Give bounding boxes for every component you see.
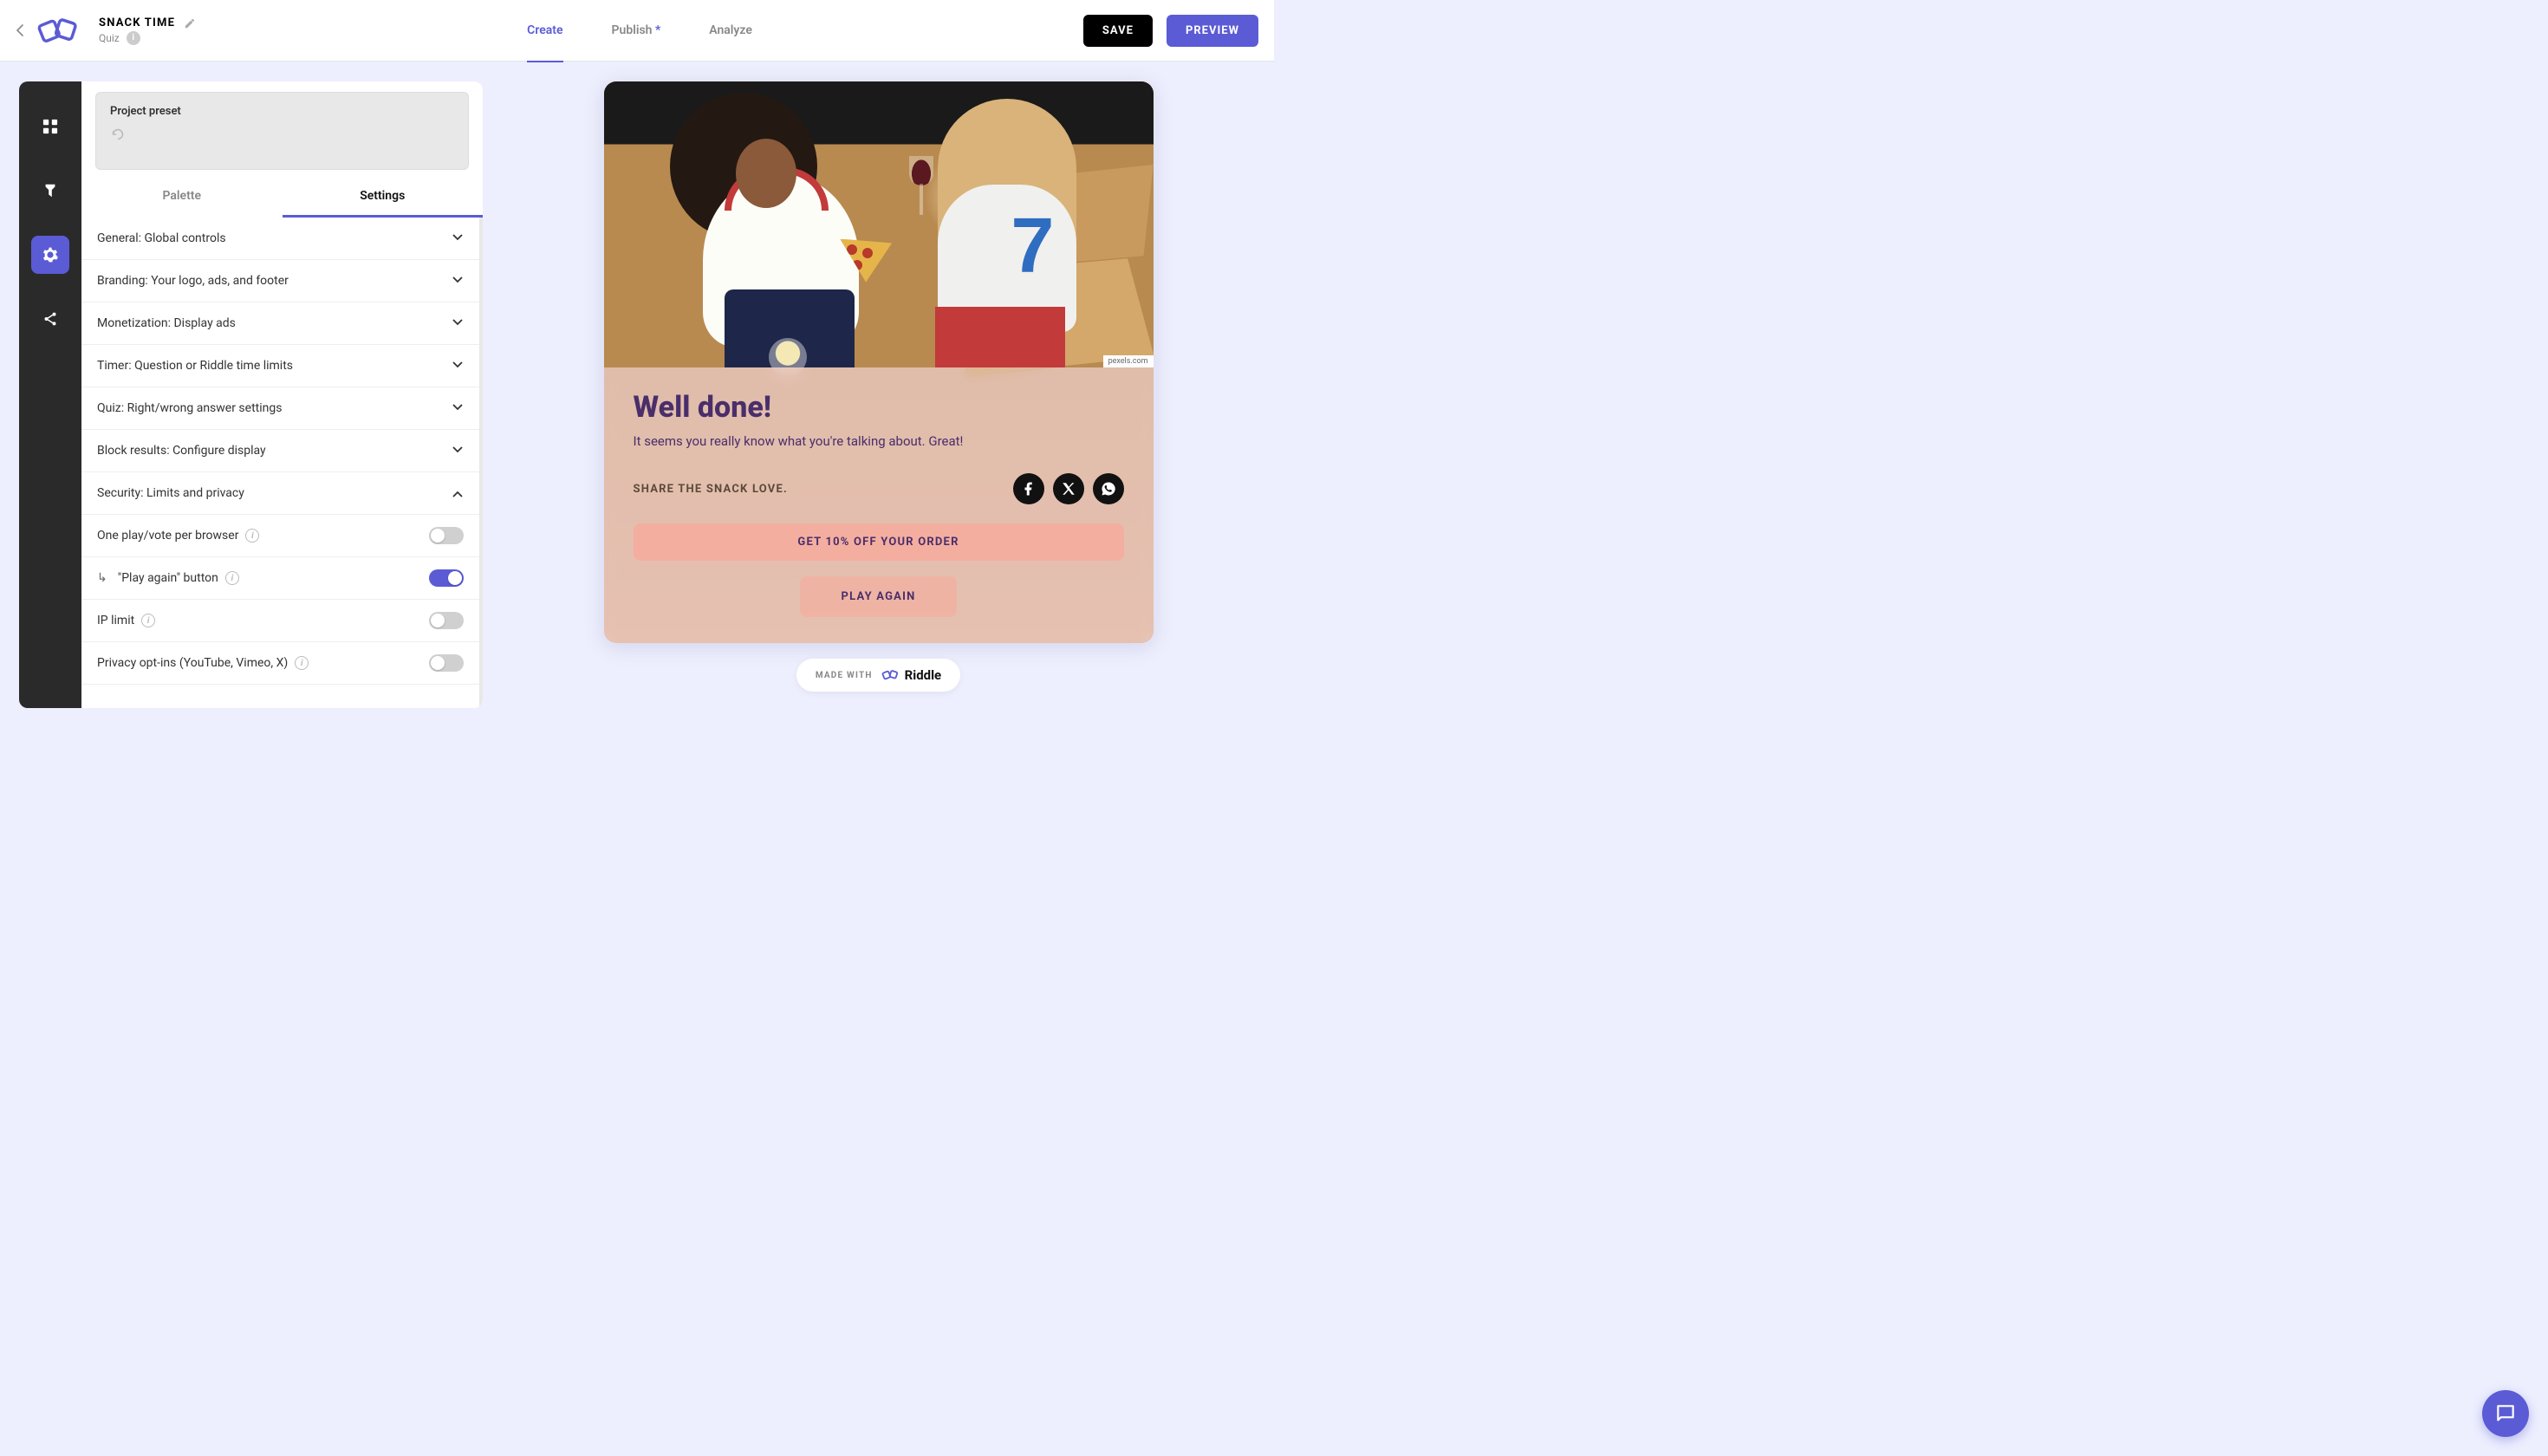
riddle-logo[interactable] [36, 15, 81, 46]
toggle-play-again[interactable] [429, 569, 464, 587]
accordion-monetization: Monetization: Display ads [81, 302, 479, 345]
setting-play-again-label: "Play again" button [118, 571, 218, 585]
accordion-security-label: Security: Limits and privacy [97, 486, 244, 500]
setting-one-play: One play/vote per browser i [81, 514, 479, 556]
image-credit: pexels.com [1103, 355, 1154, 367]
share-row: SHARE THE SNACK LOVE. [634, 473, 1124, 504]
project-title: SNACK TIME [99, 16, 175, 29]
main: Project preset Palette Settings General:… [0, 62, 1274, 728]
accordion-quiz-head[interactable]: Quiz: Right/wrong answer settings [81, 387, 479, 429]
toggle-one-play[interactable] [429, 527, 464, 544]
project-preset-label: Project preset [110, 105, 454, 118]
accordion-branding-head[interactable]: Branding: Your logo, ads, and footer [81, 260, 479, 302]
setting-one-play-label: One play/vote per browser [97, 529, 238, 543]
rail-design-button[interactable] [31, 172, 69, 210]
accordion-security-head[interactable]: Security: Limits and privacy [81, 472, 479, 514]
tab-publish[interactable]: Publish * [612, 16, 661, 44]
play-again-button[interactable]: PLAY AGAIN [800, 576, 958, 617]
accordion-branding-label: Branding: Your logo, ads, and footer [97, 274, 289, 288]
info-icon[interactable]: i [141, 614, 155, 627]
accordion-general-label: General: Global controls [97, 231, 226, 245]
cta-button[interactable]: GET 10% OFF YOUR ORDER [634, 523, 1124, 561]
edit-title-icon[interactable] [184, 16, 196, 29]
save-button[interactable]: SAVE [1083, 15, 1153, 47]
chat-fab-button[interactable] [2482, 1390, 2529, 1437]
subtitle-info-icon[interactable]: i [127, 31, 140, 45]
project-preset-box[interactable]: Project preset [95, 92, 469, 170]
header-actions: SAVE PREVIEW [1083, 15, 1258, 47]
panel-tabs: Palette Settings [81, 177, 483, 218]
accordion-quiz-label: Quiz: Right/wrong answer settings [97, 401, 282, 415]
info-icon[interactable]: i [295, 656, 309, 670]
left-rail [19, 81, 81, 708]
chevron-up-icon [452, 485, 464, 501]
indent-arrow-icon: ↳ [97, 571, 107, 585]
accordion-monetization-label: Monetization: Display ads [97, 316, 236, 330]
preset-undo-icon[interactable] [110, 127, 126, 142]
accordion-monetization-head[interactable]: Monetization: Display ads [81, 302, 479, 344]
accordion-block-results: Block results: Configure display [81, 430, 479, 472]
accordion-timer-label: Timer: Question or Riddle time limits [97, 359, 293, 373]
accordion-timer: Timer: Question or Riddle time limits [81, 345, 479, 387]
setting-privacy-optins: Privacy opt-ins (YouTube, Vimeo, X) i [81, 641, 479, 684]
accordion-quiz: Quiz: Right/wrong answer settings [81, 387, 479, 430]
accordion-security: Security: Limits and privacy One play/vo… [81, 472, 479, 685]
share-label: SHARE THE SNACK LOVE. [634, 483, 788, 496]
riddle-logo-icon [881, 667, 900, 683]
share-x-button[interactable] [1053, 473, 1084, 504]
chevron-down-icon [452, 231, 464, 246]
back-button[interactable] [16, 22, 24, 39]
tab-publish-flag: * [655, 23, 660, 37]
accordion-block-results-label: Block results: Configure display [97, 444, 266, 458]
share-whatsapp-button[interactable] [1093, 473, 1124, 504]
info-icon[interactable]: i [225, 571, 239, 585]
preview-area: 7 pexels.com Well done! It seems you rea… [483, 62, 1274, 728]
share-icons [1013, 473, 1124, 504]
accordion-security-body: One play/vote per browser i ↳ "Play agai… [81, 514, 479, 684]
tab-create[interactable]: Create [527, 16, 562, 44]
result-title: Well done! [634, 390, 1124, 425]
palette-tab[interactable]: Palette [81, 177, 283, 218]
accordion-list[interactable]: General: Global controls Branding: Your … [81, 218, 483, 708]
made-with-brand: Riddle [881, 667, 942, 683]
made-with-prefix: MADE WITH [816, 671, 873, 680]
accordion-branding: Branding: Your logo, ads, and footer [81, 260, 479, 302]
share-facebook-button[interactable] [1013, 473, 1044, 504]
result-description: It seems you really know what you're tal… [634, 433, 1124, 449]
result-body: Well done! It seems you really know what… [604, 367, 1154, 643]
chevron-down-icon [452, 315, 464, 331]
setting-ip-limit-label: IP limit [97, 614, 134, 627]
settings-panel: Project preset Palette Settings General:… [81, 81, 483, 708]
rail-share-button[interactable] [31, 300, 69, 338]
settings-tab[interactable]: Settings [283, 177, 484, 218]
title-block: SNACK TIME Quiz i [99, 16, 196, 45]
accordion-timer-head[interactable]: Timer: Question or Riddle time limits [81, 345, 479, 387]
chevron-down-icon [452, 443, 464, 458]
tab-publish-label: Publish [612, 23, 653, 37]
accordion-block-results-head[interactable]: Block results: Configure display [81, 430, 479, 471]
info-icon[interactable]: i [245, 529, 259, 543]
setting-privacy-optins-label: Privacy opt-ins (YouTube, Vimeo, X) [97, 656, 288, 670]
rail-settings-button[interactable] [31, 236, 69, 274]
toggle-ip-limit[interactable] [429, 612, 464, 629]
quiz-result-card: 7 pexels.com Well done! It seems you rea… [604, 81, 1154, 643]
toggle-privacy-optins[interactable] [429, 654, 464, 672]
chevron-down-icon [452, 400, 464, 416]
made-with-badge[interactable]: MADE WITH Riddle [796, 659, 960, 692]
project-subtitle: Quiz [99, 32, 120, 44]
preview-button[interactable]: PREVIEW [1167, 15, 1258, 47]
tab-analyze[interactable]: Analyze [709, 16, 752, 44]
result-hero-image: 7 pexels.com [604, 81, 1154, 367]
made-with-brand-label: Riddle [905, 667, 942, 683]
setting-play-again: ↳ "Play again" button i [81, 556, 479, 599]
accordion-general-head[interactable]: General: Global controls [81, 218, 479, 259]
setting-ip-limit: IP limit i [81, 599, 479, 641]
rail-blocks-button[interactable] [31, 107, 69, 146]
header: SNACK TIME Quiz i Create Publish * Analy… [0, 0, 1274, 62]
accordion-general: General: Global controls [81, 218, 479, 260]
chevron-down-icon [452, 273, 464, 289]
nav-tabs: Create Publish * Analyze [527, 16, 752, 44]
chevron-down-icon [452, 358, 464, 374]
